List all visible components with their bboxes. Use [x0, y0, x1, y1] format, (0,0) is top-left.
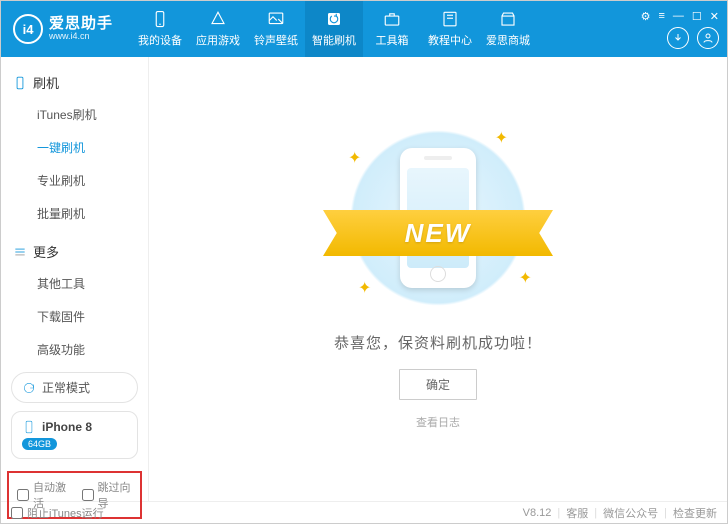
nav-toolbox[interactable]: 工具箱	[363, 1, 421, 57]
header-right: ⚙ ≡ — ☐ ✕	[641, 10, 719, 49]
success-message: 恭喜您，保资料刷机成功啦！	[334, 332, 542, 353]
sidebar-item-other-tools[interactable]: 其他工具	[1, 267, 148, 300]
skip-guide-input[interactable]	[82, 489, 94, 501]
sidebar-head-label: 更多	[33, 242, 59, 261]
success-illustration: ✦ ✦ ✦ ✦ NEW	[338, 118, 538, 318]
user-button[interactable]	[697, 27, 719, 49]
device-name: iPhone 8	[42, 420, 92, 434]
window-controls: ⚙ ≡ — ☐ ✕	[641, 10, 719, 23]
view-log-link[interactable]: 查看日志	[416, 414, 460, 430]
wechat-link[interactable]: 微信公众号	[603, 505, 658, 521]
auto-activate-input[interactable]	[17, 489, 29, 501]
sidebar-item-download-fw[interactable]: 下载固件	[1, 300, 148, 333]
refresh-icon	[325, 10, 343, 28]
sidebar-head-label: 刷机	[33, 73, 59, 92]
nav-apps[interactable]: 应用游戏	[189, 1, 247, 57]
nav-label: 智能刷机	[312, 32, 356, 48]
sync-icon	[22, 381, 36, 395]
mode-label: 正常模式	[42, 379, 90, 396]
settings-icon[interactable]: ⚙	[641, 10, 651, 23]
check-update-link[interactable]: 检查更新	[673, 505, 717, 521]
sidebar-item-oneclick-flash[interactable]: 一键刷机	[1, 131, 148, 164]
sparkle-icon: ✦	[519, 268, 532, 288]
nav-shop[interactable]: 爱思商城	[479, 1, 537, 57]
sidebar-item-advanced[interactable]: 高级功能	[1, 333, 148, 366]
shop-icon	[499, 10, 517, 28]
logo-icon: i4	[13, 14, 43, 44]
device-phone-icon	[22, 420, 36, 434]
app-url: www.i4.cn	[49, 32, 113, 42]
close-button[interactable]: ✕	[710, 10, 719, 23]
book-icon	[441, 10, 459, 28]
nav-my-device[interactable]: 我的设备	[131, 1, 189, 57]
ok-button[interactable]: 确定	[399, 369, 477, 400]
ribbon-text: NEW	[405, 218, 472, 249]
sidebar-item-pro-flash[interactable]: 专业刷机	[1, 164, 148, 197]
nav-label: 铃声壁纸	[254, 32, 298, 48]
block-itunes-input[interactable]	[11, 507, 23, 519]
title-bar: i4 爱思助手 www.i4.cn 我的设备 应用游戏 铃声壁纸 智能刷机 工具…	[1, 1, 727, 57]
version-label: V8.12	[523, 507, 552, 519]
main-nav: 我的设备 应用游戏 铃声壁纸 智能刷机 工具箱 教程中心 爱思商城	[131, 1, 537, 57]
sidebar-head-flash[interactable]: 刷机	[1, 67, 148, 98]
storage-badge: 64GB	[22, 438, 57, 450]
block-itunes-checkbox[interactable]: 阻止iTunes运行	[11, 505, 104, 521]
service-link[interactable]: 客服	[566, 505, 588, 521]
nav-tutorial[interactable]: 教程中心	[421, 1, 479, 57]
image-icon	[267, 10, 285, 28]
sidebar-head-more[interactable]: 更多	[1, 236, 148, 267]
mode-button[interactable]: 正常模式	[11, 372, 138, 403]
briefcase-icon	[383, 10, 401, 28]
new-ribbon: NEW	[323, 210, 553, 256]
sparkle-icon: ✦	[348, 148, 361, 168]
nav-label: 应用游戏	[196, 32, 240, 48]
main-content: ✦ ✦ ✦ ✦ NEW 恭喜您，保资料刷机成功啦！ 确定 查看日志	[149, 57, 727, 501]
maximize-button[interactable]: ☐	[692, 10, 702, 23]
minimize-button[interactable]: —	[673, 10, 684, 23]
nav-flash[interactable]: 智能刷机	[305, 1, 363, 57]
nav-label: 爱思商城	[486, 32, 530, 48]
nav-label: 教程中心	[428, 32, 472, 48]
nav-label: 工具箱	[376, 32, 409, 48]
app-name: 爱思助手	[49, 16, 113, 33]
menu-icon	[13, 245, 27, 259]
sparkle-icon: ✦	[495, 128, 508, 148]
sidebar: 刷机 iTunes刷机 一键刷机 专业刷机 批量刷机 更多 其他工具 下载固件 …	[1, 57, 149, 501]
sidebar-item-itunes-flash[interactable]: iTunes刷机	[1, 98, 148, 131]
app-logo: i4 爱思助手 www.i4.cn	[13, 14, 113, 44]
nav-label: 我的设备	[138, 32, 182, 48]
block-itunes-label: 阻止iTunes运行	[27, 505, 104, 521]
sidebar-item-batch-flash[interactable]: 批量刷机	[1, 197, 148, 230]
nav-ringtone[interactable]: 铃声壁纸	[247, 1, 305, 57]
tshirt-icon[interactable]: ≡	[658, 10, 664, 23]
download-button[interactable]	[667, 27, 689, 49]
apps-icon	[209, 10, 227, 28]
sidebar-group-more: 更多 其他工具 下载固件 高级功能	[1, 236, 148, 366]
phone-icon	[151, 10, 169, 28]
sparkle-icon: ✦	[358, 278, 371, 298]
device-box[interactable]: iPhone 8 64GB	[11, 411, 138, 459]
phone-outline-icon	[13, 76, 27, 90]
sidebar-group-flash: 刷机 iTunes刷机 一键刷机 专业刷机 批量刷机	[1, 67, 148, 230]
